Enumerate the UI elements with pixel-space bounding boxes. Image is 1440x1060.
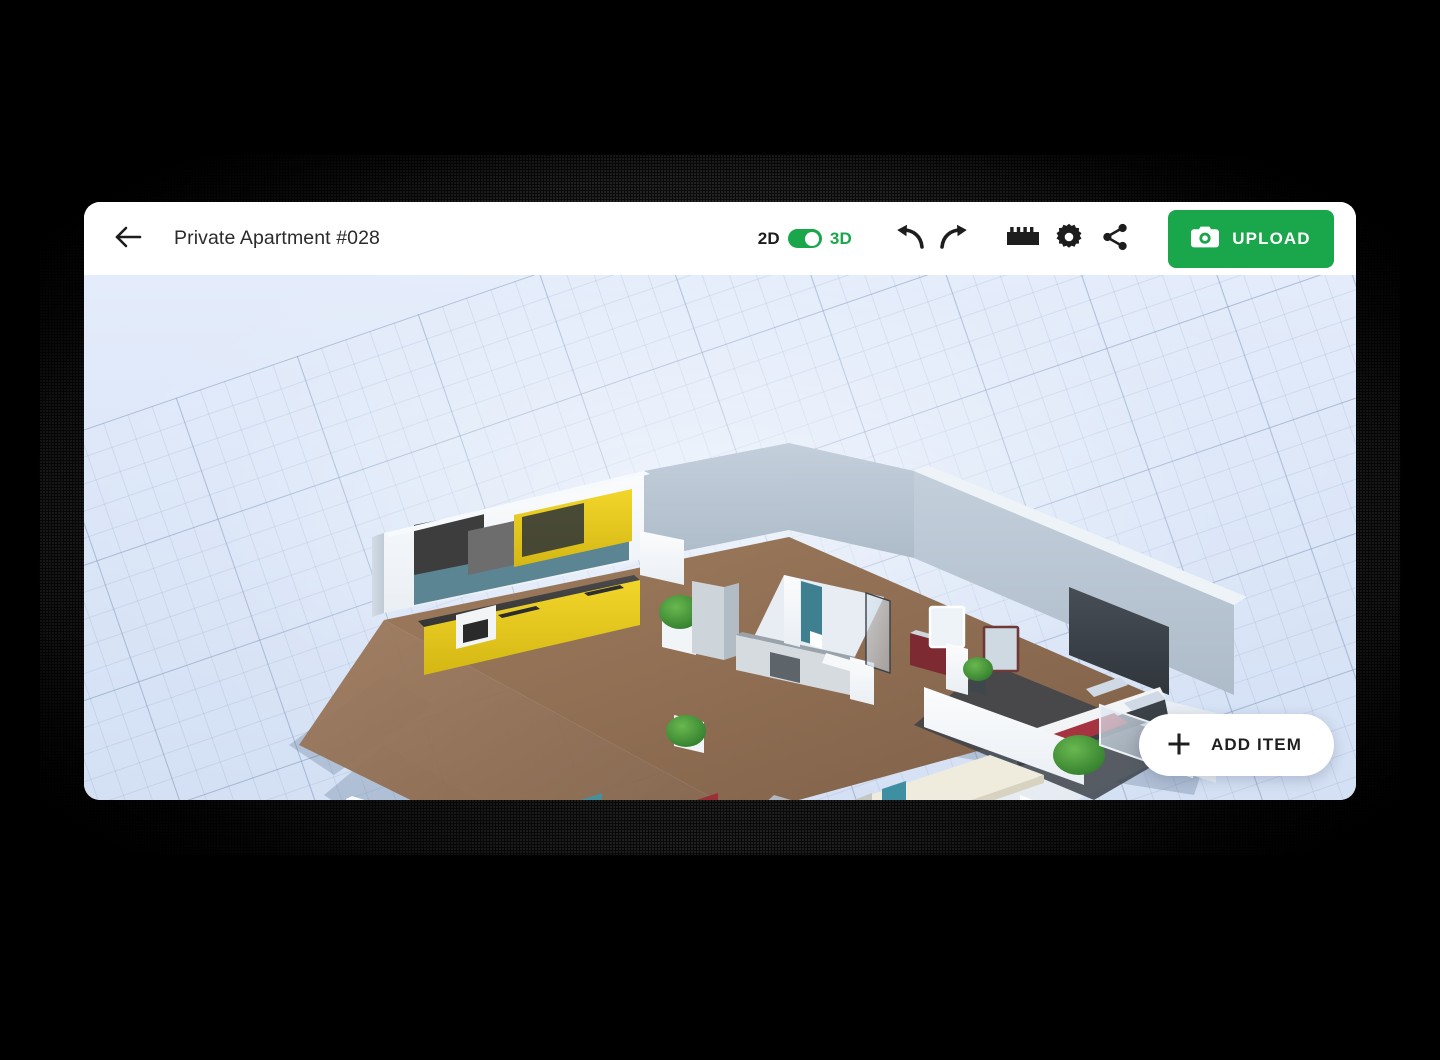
hall-plant-foliage	[666, 715, 706, 747]
bath-shower-glass	[865, 592, 891, 674]
share-icon	[1101, 223, 1129, 254]
upload-button[interactable]: UPLOAD	[1168, 209, 1334, 268]
mode-label-2d[interactable]: 2D	[758, 229, 780, 249]
app-header: Private Apartment #028 2D 3D UPLOAD	[84, 202, 1356, 275]
header-toolbar: 2D 3D UPLOAD	[758, 209, 1356, 268]
measure-button[interactable]	[1000, 216, 1046, 262]
bedroom-floor-plant	[1053, 735, 1105, 775]
camera-icon	[1191, 226, 1220, 251]
add-item-button-label: ADD ITEM	[1211, 735, 1302, 754]
view-mode-toggle[interactable]	[787, 229, 822, 248]
add-item-button[interactable]: ADD ITEM	[1139, 714, 1334, 776]
hall-wardrobe	[692, 581, 724, 660]
toggle-knob	[804, 231, 819, 246]
bath-partition-left	[784, 575, 800, 647]
view-mode-switch[interactable]: 2D 3D	[758, 229, 852, 249]
arrow-left-icon	[115, 226, 142, 251]
page-title: Private Apartment #028	[174, 227, 380, 249]
floorplan-3d-viewport[interactable]: ADD ITEM	[84, 275, 1356, 800]
gear-icon	[1055, 223, 1083, 254]
undo-icon	[893, 224, 925, 253]
redo-icon	[939, 224, 971, 253]
mode-label-3d[interactable]: 3D	[830, 229, 852, 249]
back-button[interactable]	[106, 217, 150, 261]
dining-chair-teal	[882, 781, 906, 800]
app-card: Private Apartment #028 2D 3D UPLOAD ADD …	[84, 202, 1356, 800]
settings-button[interactable]	[1046, 216, 1092, 262]
ruler-icon	[1006, 226, 1040, 251]
upload-button-label: UPLOAD	[1232, 228, 1311, 248]
wall-left-outer	[372, 533, 384, 617]
dining-chair-grey	[853, 793, 872, 800]
wall-back-bath	[789, 443, 914, 558]
bedroom-potted-plant-foliage	[963, 657, 993, 681]
plus-icon	[1165, 730, 1193, 761]
redo-button[interactable]	[932, 216, 978, 262]
share-button[interactable]	[1092, 216, 1138, 262]
bath-mirror-cabinet	[928, 605, 966, 649]
undo-button[interactable]	[886, 216, 932, 262]
